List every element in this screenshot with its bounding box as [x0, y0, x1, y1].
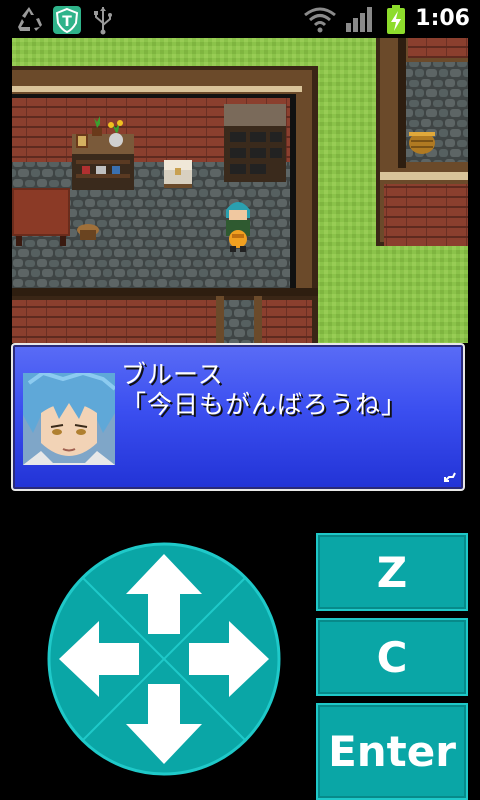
status-bar: T 1:06: [0, 0, 480, 38]
dpad[interactable]: [47, 542, 281, 776]
dialog-text: 「今日もがんばろうね」: [121, 390, 408, 419]
battery-charging-icon: [387, 5, 405, 34]
continue-indicator-icon: [444, 472, 456, 482]
dialog-box[interactable]: ブルース 「今日もがんばろうね」: [11, 343, 465, 491]
signal-icon: [346, 7, 372, 32]
recycle-icon: [18, 7, 42, 31]
usb-icon: [94, 7, 112, 35]
wifi-icon: [304, 7, 336, 33]
character-portrait: [23, 373, 115, 465]
z-button[interactable]: Z: [316, 533, 468, 611]
enter-button[interactable]: Enter: [316, 703, 468, 800]
game-map[interactable]: [12, 38, 468, 343]
c-button[interactable]: C: [316, 618, 468, 696]
shield-t-icon: T: [53, 6, 81, 34]
svg-text:T: T: [62, 14, 72, 30]
clock: 1:06: [415, 6, 470, 31]
